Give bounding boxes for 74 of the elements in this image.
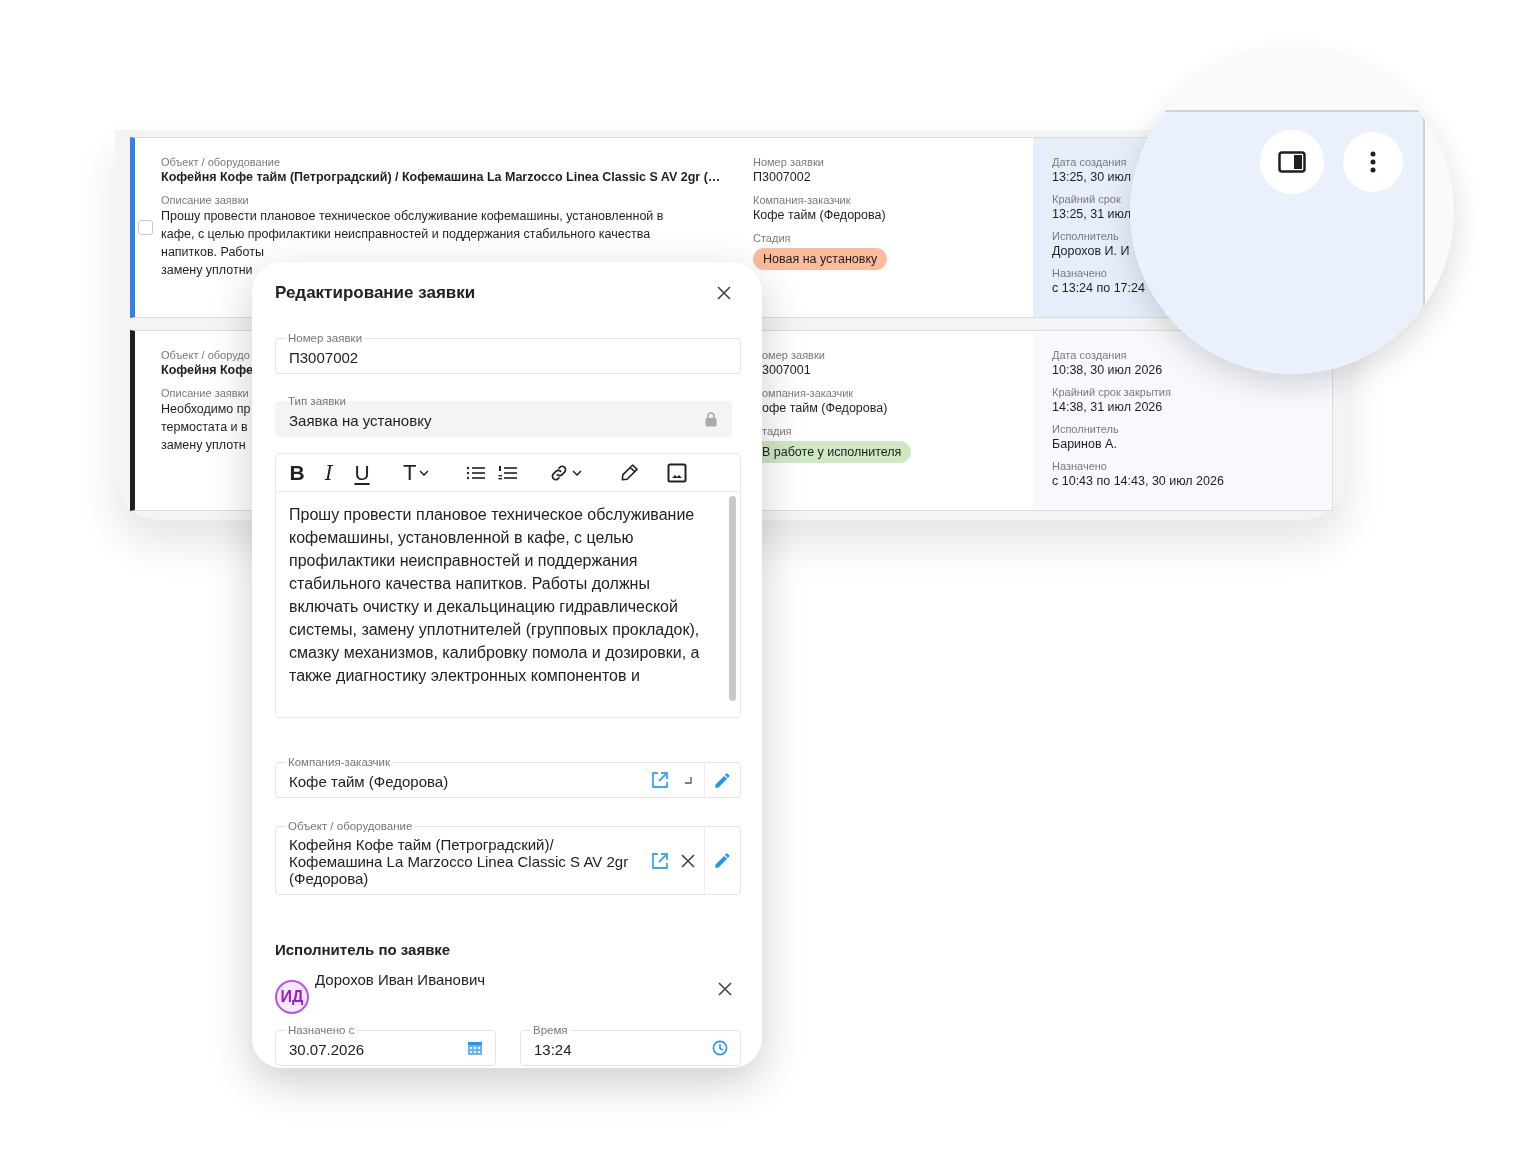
description-text: Прошу провести плановое техническое обслуживание кофемашины, установленной в кафе, с целью профилактики неисправностей и поддержания стабильного качества напитков. Работы замену уплотни <box>161 208 664 279</box>
field-label: омер заявки <box>762 348 825 362</box>
pencil-icon <box>713 851 732 870</box>
field-label: Исполнитель <box>1052 229 1119 243</box>
field-value: с 10:43 по 14:43, 30 июл 2026 <box>1052 473 1224 490</box>
dialog-title: Редактирование заявки <box>275 283 476 303</box>
field-value: офе тайм (Федорова) <box>762 400 888 417</box>
corner-icon <box>684 776 692 784</box>
field-label: Назначено <box>1052 459 1107 473</box>
text-editor[interactable] <box>275 453 741 718</box>
field-label: омпания-заказчик <box>762 386 854 400</box>
close-icon <box>718 982 732 996</box>
calendar-icon[interactable] <box>467 1040 483 1056</box>
field-label: Объект / оборудо <box>161 348 250 362</box>
image-icon <box>667 462 688 483</box>
object-title: Кофейня Кофе <box>161 362 253 379</box>
field-label: Время <box>531 1023 570 1037</box>
field-label: тадия <box>762 424 792 438</box>
field-value: Баринов А. <box>1052 436 1117 453</box>
more-icon <box>1370 151 1376 173</box>
panel-icon <box>1278 151 1306 173</box>
close-icon <box>717 286 731 300</box>
field-value: 14:38, 31 июл 2026 <box>1052 399 1163 416</box>
field-label: Объект / оборудование <box>286 819 415 833</box>
lock-icon <box>705 411 717 427</box>
field-label: Описание заявки <box>161 386 249 400</box>
close-icon <box>681 853 695 868</box>
italic-button[interactable]: I <box>316 458 342 487</box>
caret-icon <box>572 469 583 476</box>
description-text: Прошу провести плановое техническое обслуживание кофемашины, установленной в кафе, с целью профилактики неисправностей и поддержания стабильного качества напитков. Работы должны включать очистку и декальцинацию гидравлической системы, замену уплотнителей (групповых прокладок), смазку механизмов, калибровку помола и дозировки, а также диагностику электронных компонентов и <box>288 505 701 686</box>
field-value: Кофейня Кофе тайм (Петроградский)/ Кофемашина La Marzocco Linea Classic S AV 2gr (Федорова) <box>288 835 630 889</box>
open-in-new-icon <box>651 771 669 789</box>
avatar: ИД <box>275 980 309 1014</box>
field-value: Дорохов И. И <box>1052 243 1130 260</box>
object-title: Кофейня Кофе тайм (Петроградский) / Кофемашина La Marzocco Linea Classic S AV 2gr (… <box>161 169 721 186</box>
field-value: Кофе тайм (Федорова) <box>753 207 886 224</box>
field-value: Кофе тайм (Федорова) <box>288 771 450 792</box>
field-label: Исполнитель <box>1052 422 1119 436</box>
field-label: Номер заявки <box>286 331 365 345</box>
pen-icon <box>619 463 639 482</box>
field-label: Стадия <box>753 231 791 245</box>
section-title: Исполнитель по заявке <box>275 941 452 958</box>
field-value: с 13:24 по 17:24 <box>1052 280 1145 297</box>
text-style-button[interactable]: T <box>403 458 430 487</box>
field-label: Крайний срок <box>1052 192 1121 206</box>
scrollbar[interactable] <box>729 496 736 701</box>
bullet-list-icon <box>466 464 487 481</box>
field-value: 13:25, 30 июл <box>1052 169 1131 186</box>
field-value: 13:25, 31 июл <box>1052 206 1131 223</box>
field-label: Компания-заказчик <box>286 755 392 769</box>
field-value: 10:38, 30 июл 2026 <box>1052 362 1163 379</box>
field-value: 3007001 <box>762 362 811 379</box>
field-label: Описание заявки <box>161 193 249 207</box>
field-label: Крайний срок закрытия <box>1052 385 1171 399</box>
field-label: Тип заявки <box>286 394 348 408</box>
field-label: Объект / оборудование <box>161 155 280 169</box>
numbered-list-icon <box>498 464 519 481</box>
field-value: П3007002 <box>753 169 811 186</box>
stage-badge: В работе у исполнителя <box>762 441 912 463</box>
field-label: Номер заявки <box>753 155 824 169</box>
field-label: Дата создания <box>1052 348 1127 362</box>
field-label: Компания-заказчик <box>753 193 851 207</box>
bold-button[interactable]: B <box>284 458 310 487</box>
caret-icon <box>419 469 430 476</box>
stage-badge: Новая на установку <box>753 248 888 270</box>
clock-icon[interactable] <box>712 1040 728 1056</box>
checkbox[interactable] <box>138 220 153 235</box>
field-label: Назначено <box>1052 266 1107 280</box>
field-label: Дата создания <box>1052 155 1127 169</box>
description-text: Необходимо пр термостата и в замену уплотн <box>161 401 251 454</box>
underline-button[interactable]: U <box>349 458 375 487</box>
assignee-name: Дорохов Иван Иванович <box>315 971 487 989</box>
open-in-new-icon <box>651 851 669 870</box>
field-label: Назначено с <box>286 1023 357 1037</box>
